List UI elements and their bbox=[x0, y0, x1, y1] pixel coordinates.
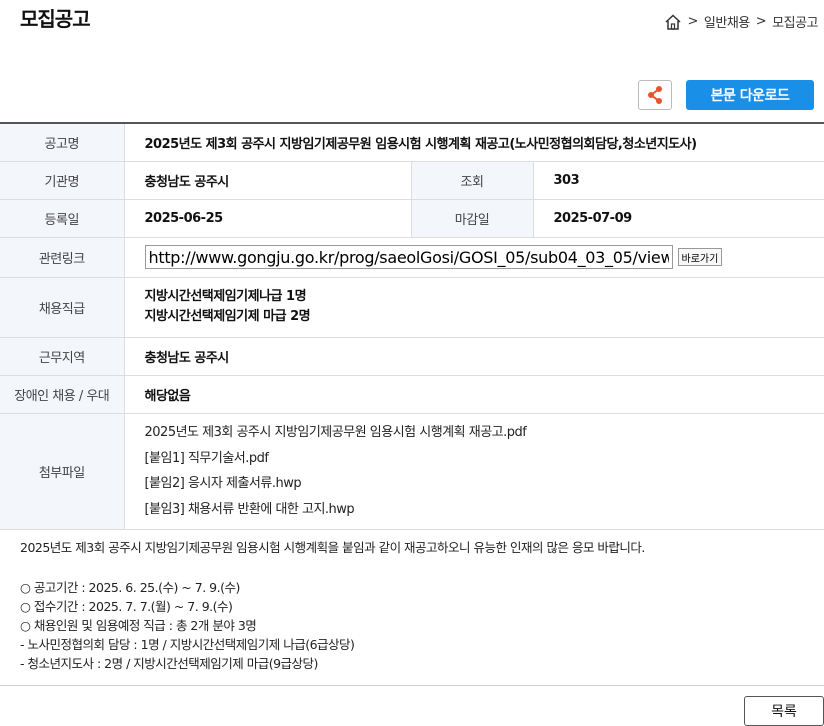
row-files: 첨부파일 2025년도 제3회 공주시 지방임기제공무원 임용시험 시행계획 재… bbox=[0, 413, 824, 530]
share-icon bbox=[648, 86, 662, 104]
home-icon[interactable] bbox=[664, 13, 682, 30]
views-value: 303 bbox=[533, 161, 824, 200]
position-item: 지방시간선택제임기제 마급 2명 bbox=[144, 309, 311, 324]
row-disabled: 장애인 채용 / 우대 해당없음 bbox=[0, 375, 824, 414]
title-value: 2025년도 제3회 공주시 지방임기제공무원 임용시험 시행계획 재공고(노사… bbox=[124, 123, 824, 162]
list-button[interactable]: 목록 bbox=[744, 696, 824, 726]
link-label: 관련링크 bbox=[0, 237, 125, 278]
go-link-button[interactable]: 바로가기 bbox=[677, 248, 723, 266]
file-link[interactable]: [붙임2] 응시자 제출서류.hwp bbox=[145, 471, 824, 497]
page-title: 모집공고 bbox=[20, 7, 91, 31]
notice-intro: 2025년도 제3회 공주시 지방임기제공무원 임용시험 시행계획을 붙임과 같… bbox=[20, 540, 645, 555]
row-region: 근무지역 충청남도 공주시 bbox=[0, 337, 824, 376]
divider bbox=[0, 685, 824, 686]
breadcrumb-item-current[interactable]: 모집공고 bbox=[772, 12, 818, 31]
row-dates: 등록일 2025-06-25 마감일 2025-07-09 bbox=[0, 199, 824, 238]
share-button[interactable] bbox=[638, 80, 672, 110]
row-link: 관련링크 바로가기 bbox=[0, 237, 824, 278]
file-link[interactable]: 2025년도 제3회 공주시 지방임기제공무원 임용시험 시행계획 재공고.pd… bbox=[145, 420, 824, 446]
reg-value: 2025-06-25 bbox=[124, 199, 412, 238]
breadcrumb-separator: > bbox=[687, 14, 699, 29]
notice-line: - 노사민정협의회 담당 : 1명 / 지방시간선택제임기제 나급(6급상당) bbox=[20, 637, 355, 652]
notice-line: - 청소년지도사 : 2명 / 지방시간선택제임기제 마급(9급상당) bbox=[20, 656, 318, 671]
region-label: 근무지역 bbox=[0, 337, 125, 376]
row-title: 공고명 2025년도 제3회 공주시 지방임기제공무원 임용시험 시행계획 재공… bbox=[0, 123, 824, 162]
disabled-label: 장애인 채용 / 우대 bbox=[0, 375, 125, 414]
row-org: 기관명 충청남도 공주시 조회 303 bbox=[0, 161, 824, 200]
title-label: 공고명 bbox=[0, 123, 125, 162]
breadcrumb-item-general[interactable]: 일반채용 bbox=[704, 12, 750, 31]
region-value: 충청남도 공주시 bbox=[124, 337, 824, 376]
row-positions: 채용직급 지방시간선택제임기제나급 1명 지방시간선택제임기제 마급 2명 bbox=[0, 277, 824, 338]
breadcrumb: > 일반채용 > 모집공고 bbox=[664, 12, 824, 31]
info-table: 공고명 2025년도 제3회 공주시 지방임기제공무원 임용시험 시행계획 재공… bbox=[0, 122, 824, 530]
deadline-value: 2025-07-09 bbox=[533, 199, 824, 238]
file-link[interactable]: [붙임3] 채용서류 반환에 대한 고지.hwp bbox=[145, 497, 824, 523]
download-button[interactable]: 본문 다운로드 bbox=[686, 80, 814, 110]
deadline-label: 마감일 bbox=[411, 199, 534, 238]
positions-label: 채용직급 bbox=[0, 277, 125, 338]
breadcrumb-separator: > bbox=[755, 14, 767, 29]
link-input[interactable] bbox=[144, 245, 673, 269]
org-label: 기관명 bbox=[0, 161, 125, 200]
notice-body: 2025년도 제3회 공주시 지방임기제공무원 임용시험 시행계획을 붙임과 같… bbox=[20, 538, 810, 673]
files-label: 첨부파일 bbox=[0, 413, 125, 530]
notice-line: ○ 채용인원 및 임용예정 직급 : 총 2개 분야 3명 bbox=[20, 618, 257, 633]
link-cell: 바로가기 bbox=[124, 237, 824, 278]
positions-value: 지방시간선택제임기제나급 1명 지방시간선택제임기제 마급 2명 bbox=[124, 277, 824, 338]
position-item: 지방시간선택제임기제나급 1명 bbox=[144, 289, 307, 304]
org-value: 충청남도 공주시 bbox=[124, 161, 412, 200]
disabled-value: 해당없음 bbox=[124, 375, 824, 414]
views-label: 조회 bbox=[411, 161, 534, 200]
files-list: 2025년도 제3회 공주시 지방임기제공무원 임용시험 시행계획 재공고.pd… bbox=[124, 413, 824, 530]
file-link[interactable]: [붙임1] 직무기술서.pdf bbox=[145, 446, 824, 472]
reg-label: 등록일 bbox=[0, 199, 125, 238]
notice-line: ○ 접수기간 : 2025. 7. 7.(월) ~ 7. 9.(수) bbox=[20, 599, 233, 614]
toolbar: 본문 다운로드 bbox=[638, 80, 814, 110]
notice-line: ○ 공고기간 : 2025. 6. 25.(수) ~ 7. 9.(수) bbox=[20, 580, 240, 595]
